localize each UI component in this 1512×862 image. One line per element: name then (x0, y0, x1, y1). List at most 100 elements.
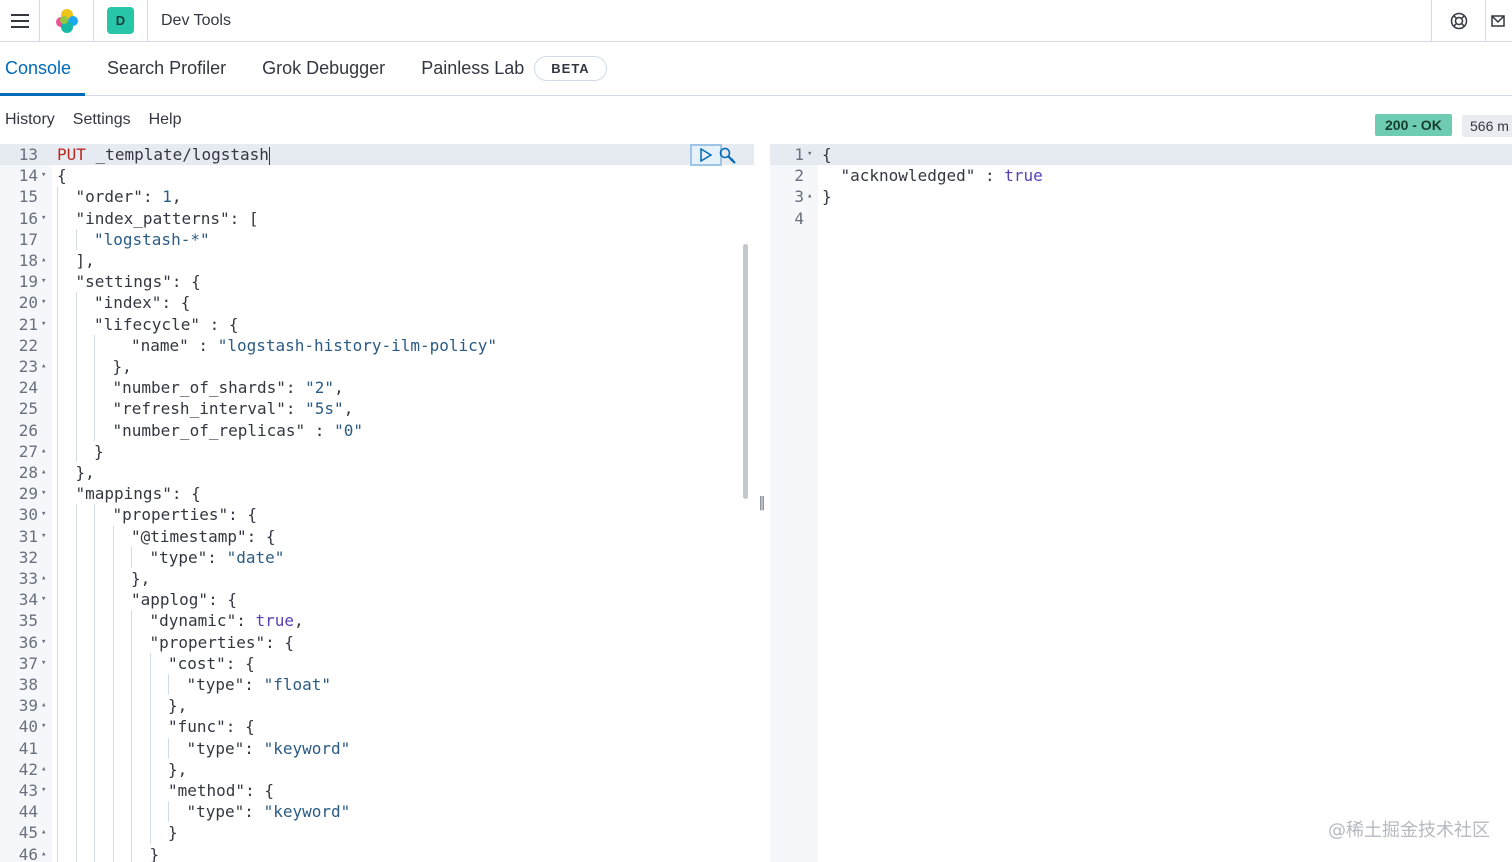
play-icon (700, 148, 712, 162)
header-actions (1431, 0, 1512, 41)
line-number: 37 (18, 653, 38, 673)
code-text: "properties": { (112, 505, 258, 525)
code-line: 46 ▴} (0, 843, 754, 862)
line-number: 25 (18, 399, 38, 419)
line-number: 4 (794, 208, 804, 228)
fold-toggle[interactable]: ▴ (41, 568, 46, 589)
tab-painless-lab[interactable]: Painless Lab BETA (421, 42, 607, 95)
fold-toggle[interactable]: ▾ (41, 780, 46, 801)
fold-toggle[interactable]: ▾ (41, 632, 46, 653)
code-text: }, (75, 463, 95, 482)
fold-toggle[interactable]: ▴ (41, 759, 46, 780)
line-number: 27 (18, 441, 38, 461)
code-text-wrap: "func": { (57, 716, 255, 738)
fold-toggle[interactable]: ▾ (41, 653, 46, 674)
line-number: 46 (18, 844, 38, 862)
code-text: "type": "float" (186, 675, 332, 694)
line-number: 15 (18, 187, 38, 207)
line-number: 35 (18, 611, 38, 631)
space-selector[interactable]: D (94, 0, 148, 41)
request-editor[interactable]: 13 PUT _template/logstash 14 ▾{15 "order": 1… (0, 144, 754, 862)
code-text: "number_of_replicas" : "0" (112, 420, 363, 440)
mail-icon (1491, 14, 1505, 27)
line-number: 31 (18, 526, 38, 546)
fold-toggle[interactable]: ▴ (41, 695, 46, 716)
line-number: 32 (18, 547, 38, 567)
pane-splitter[interactable]: ‖ (754, 144, 770, 862)
wrench-icon[interactable] (718, 146, 738, 166)
help-link[interactable]: Help (149, 111, 182, 129)
response-gutter (770, 144, 818, 862)
code-text-wrap: "mappings": { (57, 483, 201, 505)
help-menu-button[interactable] (1431, 0, 1485, 41)
code-text-wrap: "lifecycle" : { (57, 313, 239, 335)
code-text: "type": "keyword" (186, 738, 351, 758)
code-line: 34 ▾ "applog": { (0, 589, 754, 611)
fold-toggle[interactable]: ▴ (41, 441, 46, 462)
code-text: }, (168, 759, 188, 779)
fold-toggle[interactable]: ▴ (41, 822, 46, 843)
line-number: 23 (18, 357, 38, 376)
code-text: "acknowledged" : true (840, 166, 1043, 186)
fold-toggle[interactable]: ▾ (41, 292, 46, 313)
code-text: }, (131, 569, 151, 588)
code-line: 14 ▾ { (0, 165, 754, 186)
fold-toggle[interactable]: ▾ (41, 483, 46, 504)
news-feed-button[interactable] (1485, 0, 1512, 41)
line-number: 26 (18, 420, 38, 440)
code-text-wrap: }, (57, 462, 95, 484)
menu-button[interactable] (0, 0, 40, 41)
line-number: 2 (794, 166, 804, 186)
space-avatar: D (107, 7, 134, 34)
fold-toggle[interactable]: ▾ (807, 144, 812, 165)
line-number: 30 (18, 505, 38, 525)
editor-scrollbar[interactable] (743, 244, 748, 499)
code-text: }, (112, 357, 132, 376)
code-line: 25 "refresh_interval": "5s", (0, 398, 754, 420)
code-line: 3 ▴} (770, 186, 1512, 207)
code-text-wrap: } (822, 186, 832, 207)
code-line: 16 ▾ "index_patterns": [ (0, 207, 754, 229)
fold-toggle[interactable]: ▴ (807, 186, 812, 207)
request-time-badge: 566 m (1462, 115, 1512, 137)
fold-toggle[interactable]: ▾ (41, 589, 46, 610)
fold-toggle[interactable]: ▾ (41, 208, 46, 229)
code-text: "applog": { (131, 590, 237, 610)
line-number: 34 (18, 590, 38, 610)
fold-toggle[interactable]: ▾ (41, 716, 46, 737)
code-text-wrap: "type": "date" (57, 546, 284, 568)
tab-console[interactable]: Console (0, 42, 86, 96)
line-number: 1 (794, 145, 804, 164)
fold-toggle[interactable]: ▾ (41, 165, 46, 186)
tab-search-profiler[interactable]: Search Profiler (107, 42, 226, 95)
tab-grok-debugger[interactable]: Grok Debugger (262, 42, 385, 95)
line-number: 29 (18, 484, 38, 504)
code-line: 31 ▾ "@timestamp": { (0, 525, 754, 547)
code-line: 18 ▴], (0, 250, 754, 272)
fold-toggle[interactable]: ▴ (41, 250, 46, 271)
code-text: "index_patterns": [ (75, 208, 259, 228)
code-text: { (822, 145, 832, 164)
home-logo-button[interactable] (40, 0, 94, 41)
fold-toggle[interactable]: ▾ (41, 314, 46, 335)
line-number: 42 (18, 759, 38, 779)
history-link[interactable]: History (5, 111, 55, 129)
code-text: }, (168, 696, 188, 716)
code-text-wrap: "properties": { (57, 631, 294, 653)
fold-toggle[interactable]: ▾ (41, 526, 46, 547)
fold-toggle[interactable]: ▴ (41, 356, 46, 377)
fold-toggle[interactable]: ▾ (41, 504, 46, 525)
fold-toggle[interactable]: ▴ (41, 462, 46, 483)
code-text-wrap: "acknowledged" : true (822, 165, 1043, 186)
fold-toggle[interactable]: ▴ (41, 844, 46, 862)
fold-toggle[interactable]: ▾ (41, 271, 46, 292)
code-line: 36 ▾ "properties": { (0, 631, 754, 653)
code-text-wrap: } (57, 843, 159, 862)
code-text: "name" : "logstash-history-ilm-policy" (131, 335, 498, 355)
code-line: 45 ▴} (0, 822, 754, 844)
menu-icon (10, 13, 29, 28)
code-line: 33 ▴}, (0, 568, 754, 590)
line-number: 14 (18, 166, 38, 186)
line-number: 18 (18, 251, 38, 270)
settings-link[interactable]: Settings (73, 111, 131, 129)
